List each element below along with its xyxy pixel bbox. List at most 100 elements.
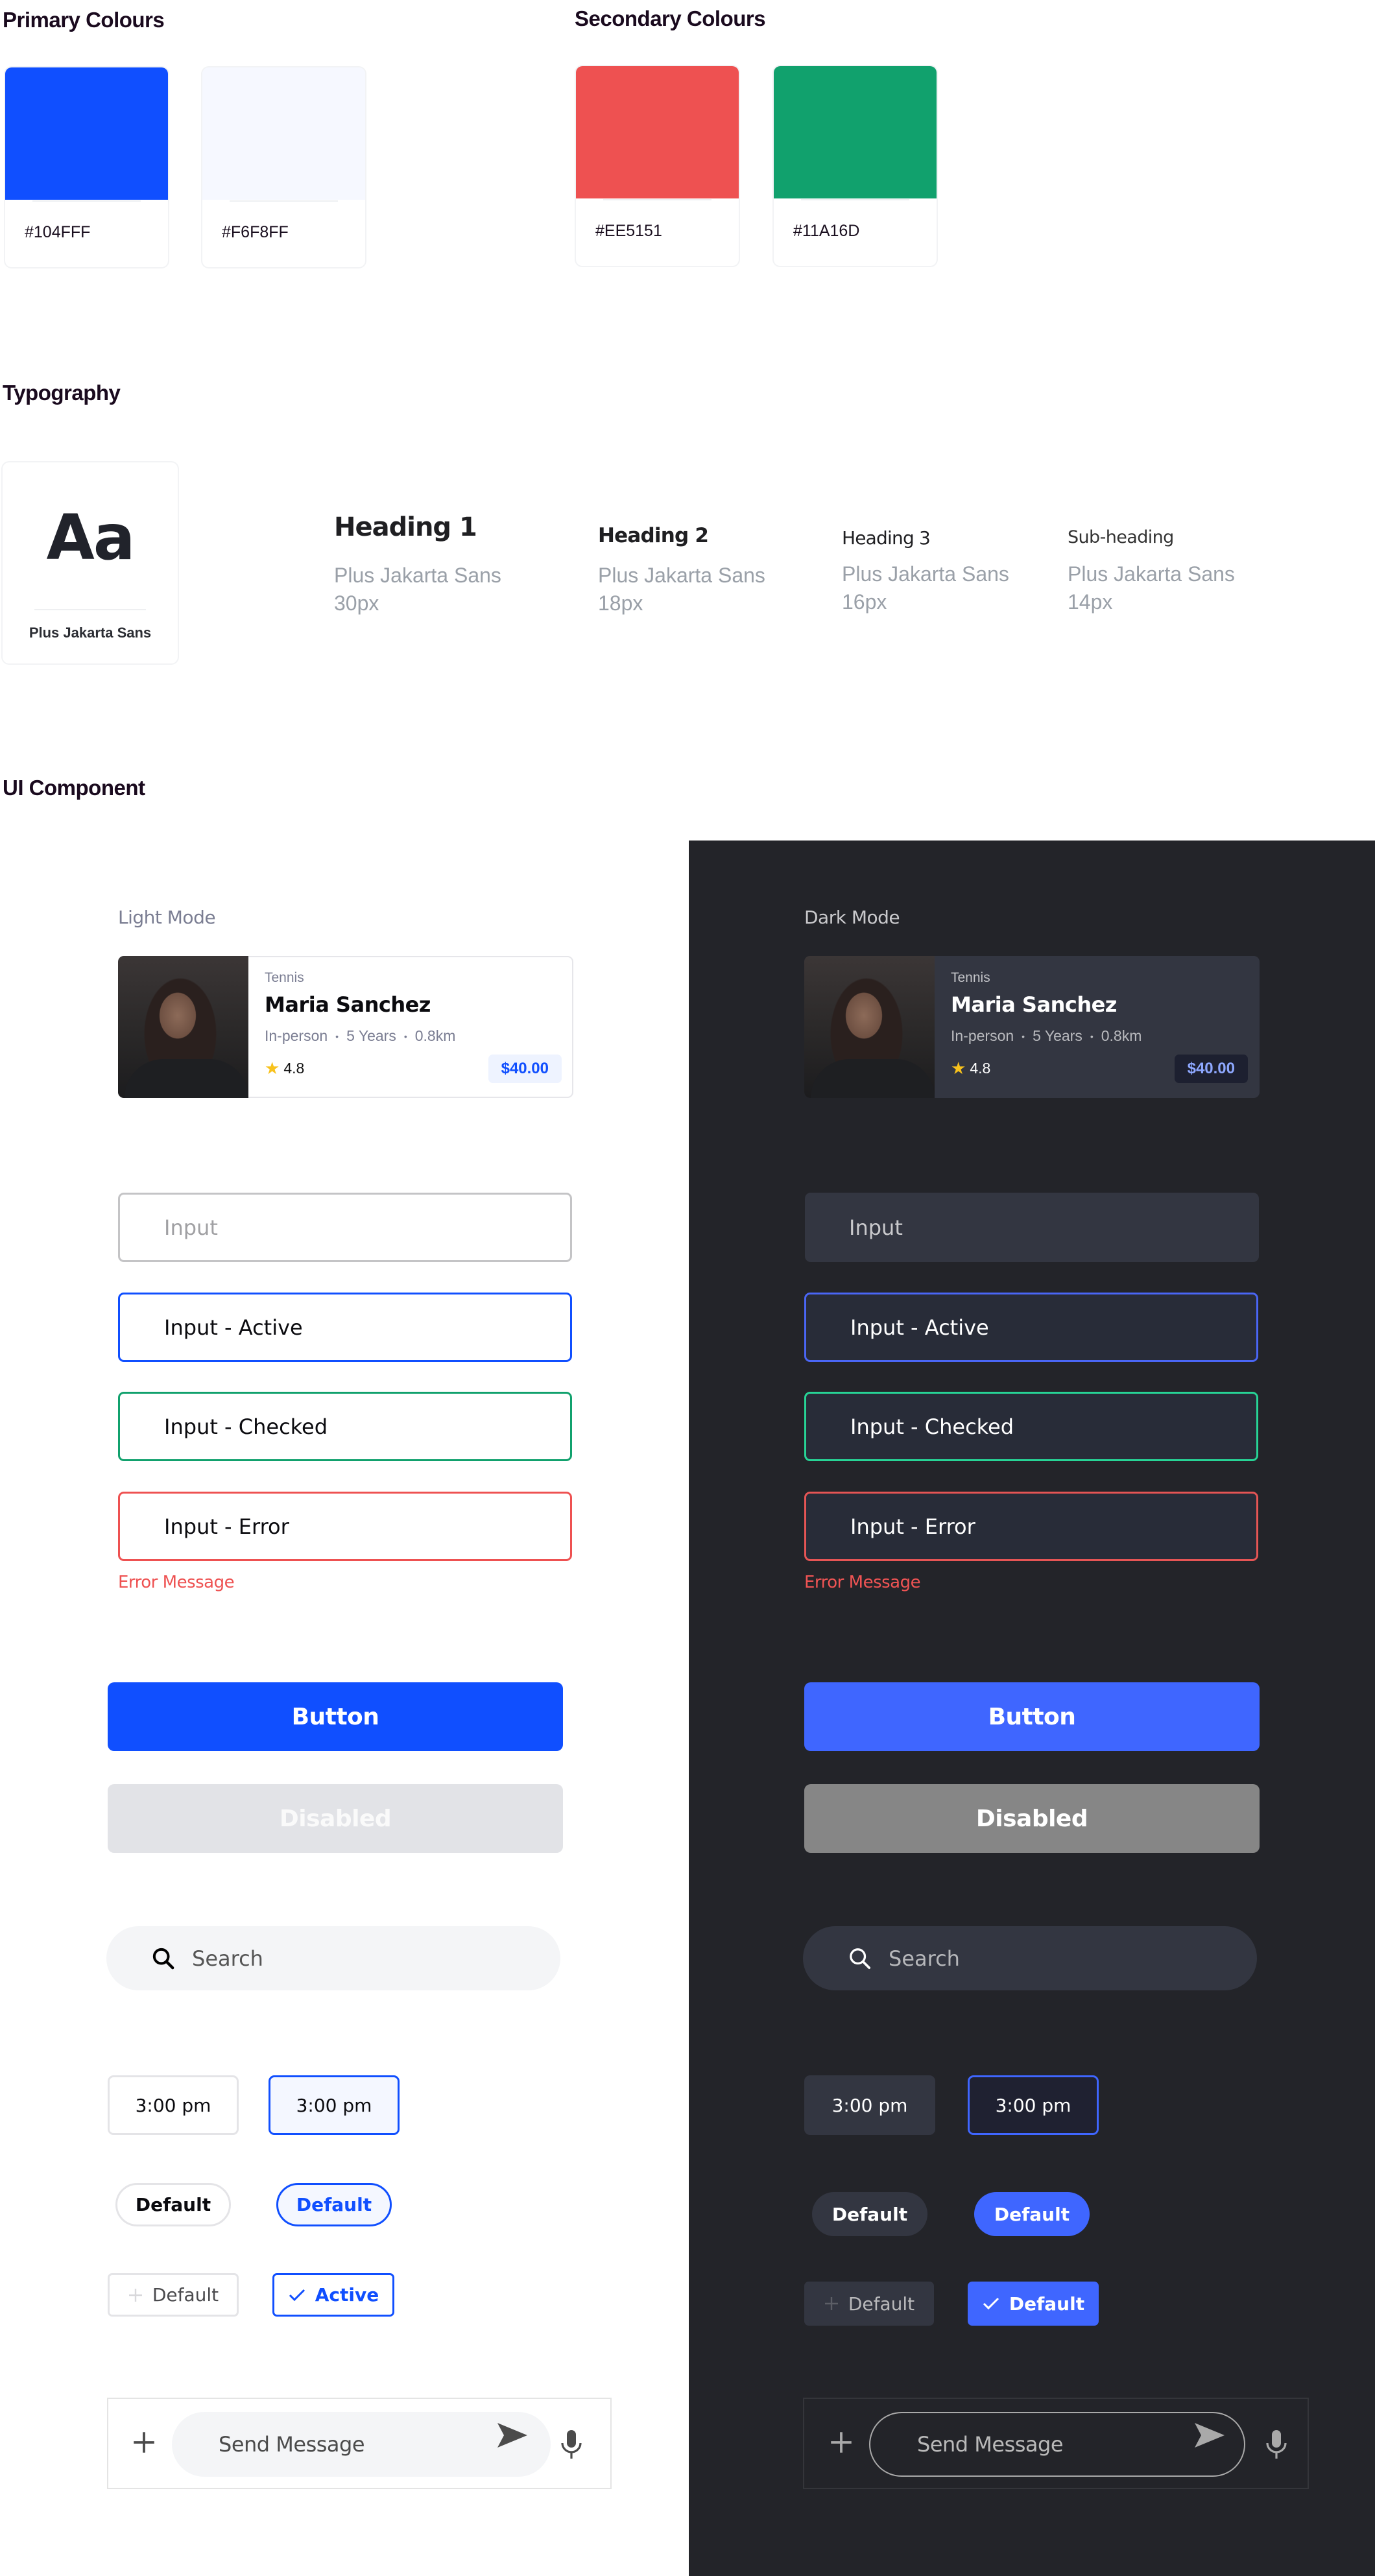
tag-label: Default [152,2284,219,2306]
separator-dot: • [1090,1031,1094,1042]
error-message: Error Message [118,1573,235,1592]
tag-active[interactable]: Default [968,2282,1099,2326]
plus-icon [824,2297,838,2310]
dark-mode-label: Dark Mode [804,907,900,928]
font-specimen-card: Aa Plus Jakarta Sans [3,462,178,663]
message-placeholder: Send Message [917,2432,1064,2457]
pill-selected[interactable]: Default [276,2183,392,2226]
message-placeholder: Send Message [219,2432,365,2457]
separator-dot: • [1022,1031,1025,1042]
type-subheading: Sub-heading [1068,527,1174,547]
swatch-divider [603,199,711,200]
type-size: 16px [842,590,887,614]
font-name: Plus Jakarta Sans [29,625,152,641]
plus-icon [128,2288,142,2302]
type-heading-2: Heading 2 [598,524,709,547]
type-font: Plus Jakarta Sans [842,562,1009,586]
type-font: Plus Jakarta Sans [598,564,765,587]
time-slot-default[interactable]: 3:00 pm [804,2075,935,2135]
type-heading-3: Heading 3 [842,527,931,549]
primary-button[interactable]: Button [108,1682,563,1751]
search-icon [850,1948,870,1969]
coach-rating: ★ 4.8 [265,1058,304,1079]
message-input[interactable]: Send Message [869,2412,1245,2477]
time-slot-default[interactable]: 3:00 pm [108,2075,239,2135]
swatch-hex-label: #11A16D [793,222,860,240]
coach-card-dark[interactable]: Tennis Maria Sanchez In-person • 5 Years… [804,956,1260,1098]
swatch-divider [32,200,141,202]
message-composer-dark: Send Message [803,2398,1309,2489]
input-default[interactable]: Input [118,1193,572,1262]
swatch-hex-label: #EE5151 [595,222,662,240]
type-size: 18px [598,591,643,615]
swatch-divider [801,199,909,200]
type-heading-1: Heading 1 [334,512,477,542]
search-input[interactable]: Search [803,1926,1257,1990]
input-error[interactable]: Input - Error [804,1492,1258,1561]
rating-value: 4.8 [970,1060,991,1077]
tag-label: Default [1009,2293,1085,2315]
tag-label: Active [315,2284,379,2306]
swatch-primary-blue: #104FFF [5,67,168,267]
search-icon [152,1948,174,1969]
coach-avatar-photo [118,956,248,1098]
light-mode-label: Light Mode [118,907,216,928]
message-composer-light: Send Message [107,2398,612,2489]
swatch-primary-light: #F6F8FF [202,67,365,267]
coach-meta: In-person • 5 Years • 0.8km [265,1027,455,1045]
tag-active[interactable]: Active [272,2273,394,2317]
tag-label: Default [848,2293,915,2315]
coach-distance: 0.8km [1101,1027,1142,1044]
add-attachment-icon[interactable] [828,2429,855,2456]
type-heading-1-spec: Plus Jakarta Sans 30px [334,562,501,617]
section-title-typography: Typography [3,381,121,405]
microphone-icon[interactable] [560,2429,583,2459]
message-input[interactable]: Send Message [172,2412,551,2477]
coach-mode: In-person [265,1027,328,1044]
primary-button[interactable]: Button [804,1682,1260,1751]
input-default[interactable]: Input [805,1193,1259,1262]
price-badge: $40.00 [488,1055,562,1083]
pill-default[interactable]: Default [115,2183,231,2226]
swatch-hex-label: #104FFF [25,223,91,241]
disabled-button: Disabled [108,1784,563,1853]
tag-add-default[interactable]: Default [804,2282,934,2326]
search-input[interactable]: Search [106,1926,560,1990]
tag-add-default[interactable]: Default [108,2273,239,2317]
send-icon[interactable] [1192,2420,1226,2450]
coach-card-light[interactable]: Tennis Maria Sanchez In-person • 5 Years… [118,956,573,1098]
pill-default[interactable]: Default [812,2192,927,2236]
star-icon: ★ [951,1058,966,1078]
time-slot-selected[interactable]: 3:00 pm [968,2075,1099,2135]
pill-selected[interactable]: Default [974,2192,1090,2236]
disabled-button: Disabled [804,1784,1260,1853]
separator-dot: • [335,1031,339,1042]
coach-experience: 5 Years [1033,1027,1082,1044]
coach-experience: 5 Years [346,1027,396,1044]
input-active[interactable]: Input - Active [804,1293,1258,1362]
search-placeholder: Search [889,1946,960,1971]
check-icon [289,2289,305,2301]
swatch-fill [576,66,739,198]
swatch-fill [202,67,365,200]
coach-distance: 0.8km [414,1027,456,1044]
search-placeholder: Search [192,1946,263,1971]
section-title-secondary-colours: Secondary Colours [575,6,766,30]
input-checked[interactable]: Input - Checked [804,1392,1258,1461]
coach-sport: Tennis [951,970,990,985]
type-heading-2-spec: Plus Jakarta Sans 18px [598,562,765,617]
time-slot-selected[interactable]: 3:00 pm [269,2075,400,2135]
input-error[interactable]: Input - Error [118,1492,572,1561]
swatch-fill [774,66,937,198]
coach-sport: Tennis [265,970,304,985]
section-title-ui-component: UI Component [3,776,145,800]
input-checked[interactable]: Input - Checked [118,1392,572,1461]
swatch-secondary-red: #EE5151 [576,66,739,266]
type-size: 30px [334,591,379,615]
add-attachment-icon[interactable] [130,2429,158,2456]
microphone-icon[interactable] [1265,2429,1288,2459]
send-icon[interactable] [495,2420,529,2450]
font-card-divider [34,609,146,610]
swatch-divider [230,200,338,202]
input-active[interactable]: Input - Active [118,1293,572,1362]
